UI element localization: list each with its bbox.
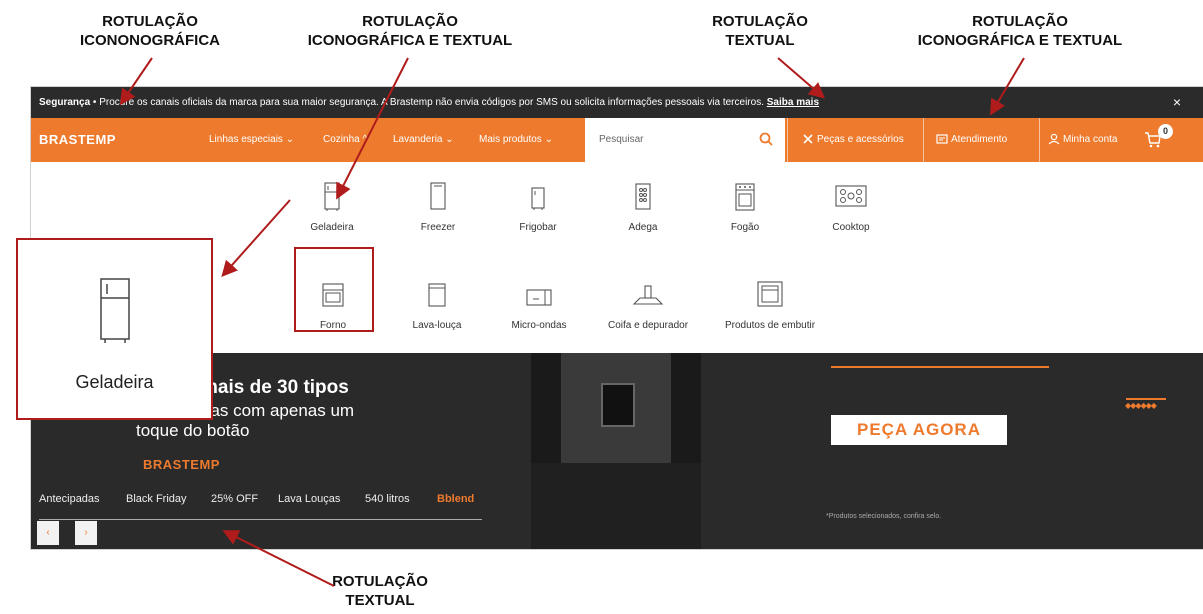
arrow-textual-bottom (222, 530, 335, 587)
annotation-arrows (119, 57, 1025, 587)
arrow-textual-top (777, 57, 826, 99)
arrow-zoom (221, 199, 291, 277)
arrow-icon-text-right (989, 57, 1025, 116)
arrow-iconographic (119, 57, 153, 106)
arrow-icon-text-center (336, 57, 409, 200)
